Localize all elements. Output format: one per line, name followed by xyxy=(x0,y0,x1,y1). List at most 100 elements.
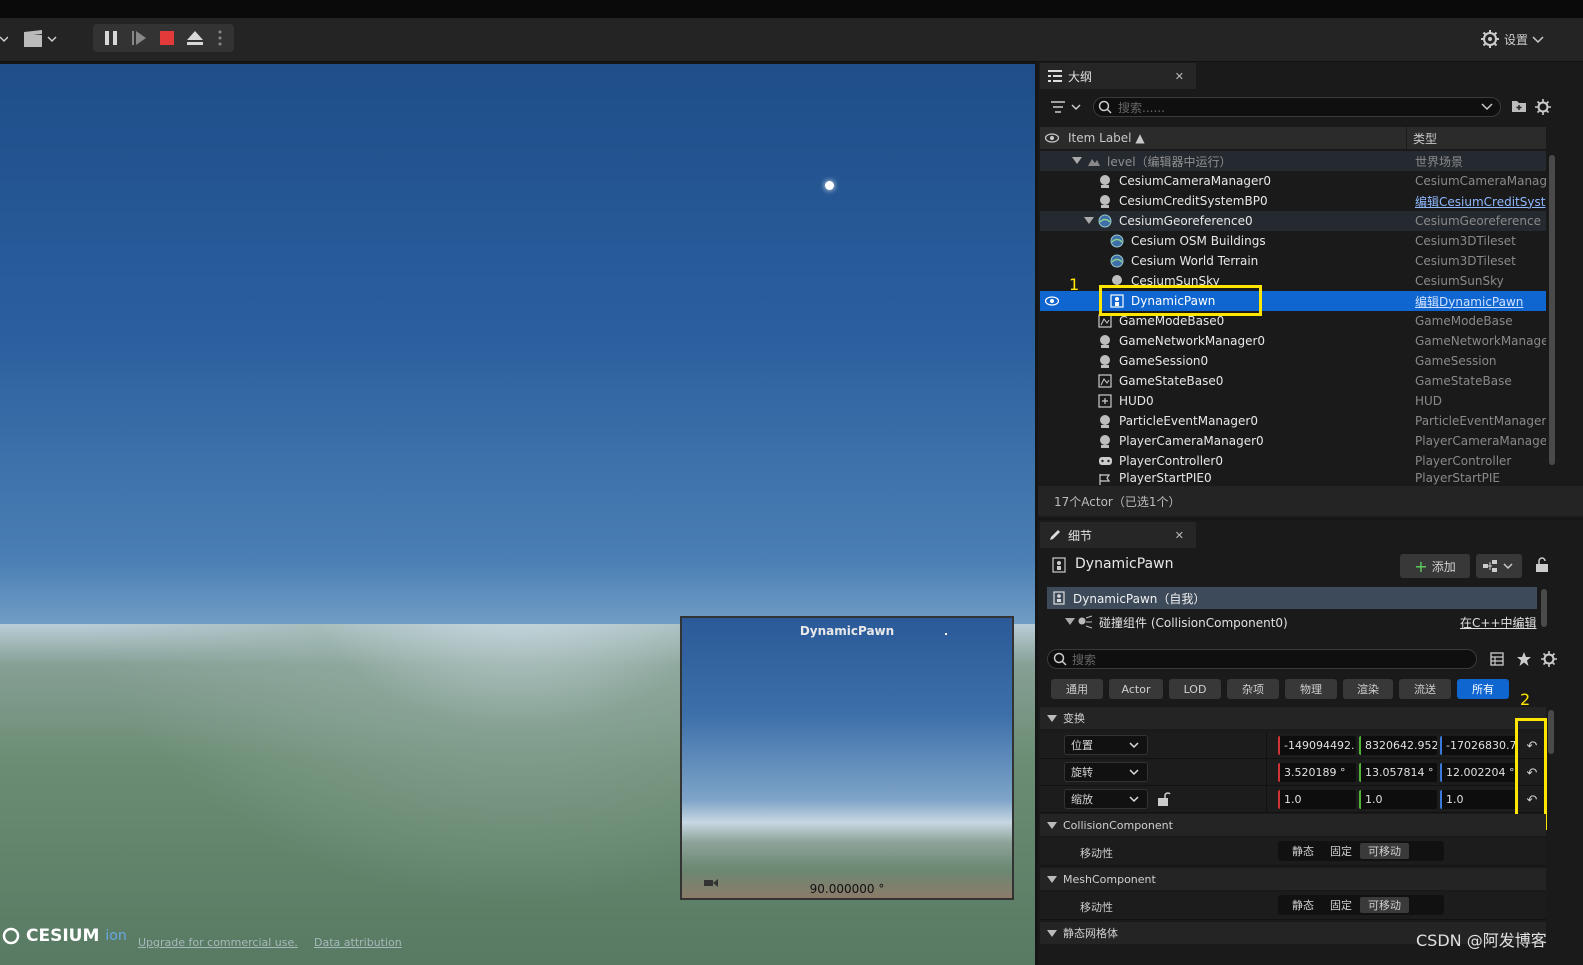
add-component-button[interactable]: + 添加 xyxy=(1400,554,1470,578)
row-type: CesiumSunSky xyxy=(1415,274,1504,288)
component-row-self[interactable]: DynamicPawn（自我） xyxy=(1047,587,1537,609)
outliner-row[interactable]: CesiumCameraManager0 CesiumCameraManage xyxy=(1040,171,1546,191)
location-y-input[interactable]: 8320642.952 xyxy=(1359,736,1437,755)
outliner-row[interactable]: GameNetworkManager0 GameNetworkManager xyxy=(1040,331,1546,351)
add-folder-icon[interactable] xyxy=(1511,99,1527,116)
rotation-y-input[interactable]: 13.057814 ° xyxy=(1359,763,1437,782)
location-x-input[interactable]: -149094492. xyxy=(1278,736,1356,755)
pause-icon[interactable] xyxy=(101,28,121,48)
section-collision-component[interactable]: CollisionComponent xyxy=(1040,814,1546,836)
outliner-row[interactable]: Cesium OSM Buildings Cesium3DTileset xyxy=(1040,231,1546,251)
outliner-row[interactable]: CesiumCreditSystemBP0 编辑CesiumCreditSyst xyxy=(1040,191,1546,211)
filter-streaming[interactable]: 流送 xyxy=(1399,679,1451,699)
filter-lod[interactable]: LOD xyxy=(1169,679,1221,699)
rotation-z-input[interactable]: 12.002204 ° xyxy=(1440,763,1516,782)
component-row-collision[interactable]: 碰撞组件 (CollisionComponent0) 在C++中编辑 xyxy=(1047,611,1537,633)
tab-outliner[interactable]: 大纲 ✕ xyxy=(1040,63,1196,89)
filter-general[interactable]: 通用 xyxy=(1051,679,1103,699)
mobility-movable[interactable]: 可移动 xyxy=(1360,843,1409,859)
outliner-scrollbar[interactable] xyxy=(1549,155,1555,465)
upgrade-link[interactable]: Upgrade for commercial use. xyxy=(138,936,298,949)
outliner-search-input[interactable]: 搜索...... xyxy=(1093,97,1501,117)
outliner-row[interactable]: PlayerStartPIE0 PlayerStartPIE xyxy=(1040,471,1546,485)
filter-rendering[interactable]: 渲染 xyxy=(1343,679,1393,699)
filter-all[interactable]: 所有 xyxy=(1457,679,1509,699)
lock-icon[interactable] xyxy=(1535,557,1549,576)
eject-icon[interactable] xyxy=(185,28,205,48)
row-type-link[interactable]: 编辑DynamicPawn xyxy=(1415,293,1546,310)
mobility-stationary[interactable]: 固定 xyxy=(1322,897,1360,913)
rotation-x-input[interactable]: 3.520189 ° xyxy=(1278,763,1356,782)
rotation-dropdown[interactable]: 旋转 xyxy=(1064,762,1148,782)
chevron-down-icon[interactable] xyxy=(1481,101,1493,115)
outliner-row[interactable]: HUD0 HUD xyxy=(1040,391,1546,411)
row-label: PlayerCameraManager0 xyxy=(1119,434,1264,448)
outliner-row[interactable]: GameStateBase0 GameStateBase xyxy=(1040,371,1546,391)
collapse-arrow-icon[interactable] xyxy=(1065,618,1075,626)
table-view-icon[interactable] xyxy=(1490,652,1504,669)
mobility-static[interactable]: 静态 xyxy=(1284,843,1322,859)
column-type[interactable]: 类型 xyxy=(1413,130,1437,147)
section-static-mesh-label: 静态网格体 xyxy=(1063,927,1118,940)
location-z-input[interactable]: -17026830.7 xyxy=(1440,736,1516,755)
outliner-row[interactable]: CesiumGeoreference0 CesiumGeoreference xyxy=(1040,211,1546,231)
star-icon[interactable] xyxy=(1516,651,1532,670)
eye-icon[interactable] xyxy=(1045,296,1059,306)
row-type-link[interactable]: 编辑CesiumCreditSyst xyxy=(1415,193,1546,210)
section-mesh-component[interactable]: MeshComponent xyxy=(1040,868,1546,890)
outliner-row[interactable]: ParticleEventManager0 ParticleEventManag… xyxy=(1040,411,1546,431)
row-label: CesiumCreditSystemBP0 xyxy=(1119,194,1268,208)
row-label: CesiumCameraManager0 xyxy=(1119,174,1271,188)
eye-icon[interactable] xyxy=(1045,133,1059,143)
clapperboard-icon[interactable] xyxy=(22,28,60,50)
flag-icon xyxy=(1099,474,1111,485)
close-icon[interactable]: ✕ xyxy=(1175,70,1184,83)
collapse-arrow-icon[interactable] xyxy=(1084,217,1094,225)
location-dropdown[interactable]: 位置 xyxy=(1064,735,1148,755)
settings-button[interactable]: 设置 xyxy=(1480,26,1544,52)
filter-icon[interactable] xyxy=(1050,98,1084,116)
component-self-label: DynamicPawn（自我） xyxy=(1073,592,1206,606)
scale-y-input[interactable]: 1.0 xyxy=(1359,790,1437,809)
blueprint-dropdown-button[interactable] xyxy=(1476,554,1522,578)
gear-icon[interactable] xyxy=(1535,99,1551,118)
tab-details[interactable]: 细节 ✕ xyxy=(1040,522,1196,548)
scale-x-input[interactable]: 1.0 xyxy=(1278,790,1356,809)
mobility-stationary[interactable]: 固定 xyxy=(1322,843,1360,859)
close-icon[interactable]: ✕ xyxy=(1175,529,1184,542)
mobility-movable[interactable]: 可移动 xyxy=(1360,897,1409,913)
filter-actor[interactable]: Actor xyxy=(1109,679,1163,699)
gear-icon xyxy=(1481,30,1499,48)
gamepad-icon xyxy=(1099,457,1112,465)
step-forward-icon[interactable] xyxy=(129,28,149,48)
filter-physics[interactable]: 物理 xyxy=(1285,679,1337,699)
details-search-input[interactable]: 搜索 xyxy=(1047,649,1477,669)
outliner-row-level[interactable]: level（编辑器中运行） 世界场景 xyxy=(1040,151,1546,171)
collapse-arrow-icon[interactable] xyxy=(1072,157,1082,165)
cesium-brand: CESIUM xyxy=(26,926,100,946)
components-scrollbar[interactable] xyxy=(1541,589,1547,627)
column-item-label[interactable]: Item Label ▲ xyxy=(1068,131,1145,145)
row-type: Cesium3DTileset xyxy=(1415,234,1516,248)
mobility-static[interactable]: 静态 xyxy=(1284,897,1322,913)
chevron-down-icon xyxy=(1532,36,1544,44)
data-attribution-link[interactable]: Data attribution xyxy=(314,936,402,949)
gear-icon[interactable] xyxy=(1541,651,1557,670)
filter-misc[interactable]: 杂项 xyxy=(1227,679,1279,699)
section-transform[interactable]: 变换 xyxy=(1040,707,1546,729)
outliner-row[interactable]: PlayerCameraManager0 PlayerCameraManager xyxy=(1040,431,1546,451)
outliner-row[interactable]: GameSession0 GameSession xyxy=(1040,351,1546,371)
more-options-icon[interactable] xyxy=(213,28,227,48)
stop-icon[interactable] xyxy=(157,28,177,48)
chevron-down-icon[interactable] xyxy=(0,30,8,48)
pawn-icon xyxy=(1053,591,1065,605)
row-type: PlayerController xyxy=(1415,454,1512,468)
scale-z-input[interactable]: 1.0 xyxy=(1440,790,1516,809)
edit-cpp-link[interactable]: 在C++中编辑 xyxy=(1460,614,1537,631)
details-scrollbar[interactable] xyxy=(1548,710,1554,754)
scale-dropdown[interactable]: 缩放 xyxy=(1064,789,1148,809)
outliner-row[interactable]: PlayerController0 PlayerController xyxy=(1040,451,1546,471)
outliner-row[interactable]: Cesium World Terrain Cesium3DTileset xyxy=(1040,251,1546,271)
unlock-icon[interactable] xyxy=(1157,791,1171,807)
editor-window: 设置 DynamicPawn 90.000000 ° CESIUM ion Up… xyxy=(0,0,1583,965)
